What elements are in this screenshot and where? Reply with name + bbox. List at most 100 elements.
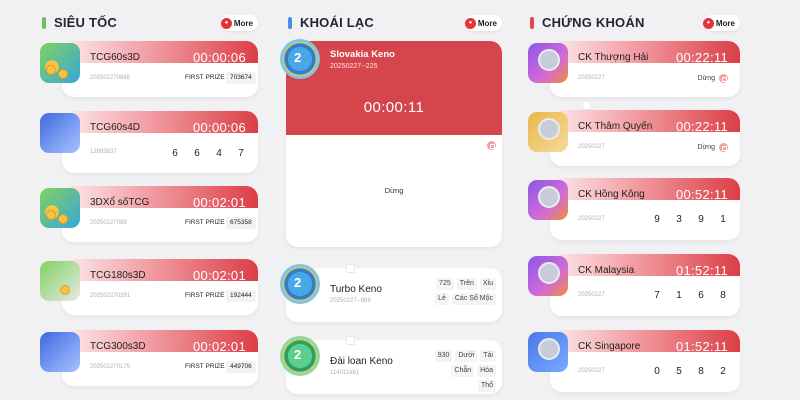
- prize-value: 675358: [226, 217, 256, 229]
- lock-icon: [487, 141, 496, 150]
- keno-thumbnail-icon: 2: [280, 264, 320, 304]
- stock-thumbnail-icon: [528, 256, 568, 296]
- game-name: TCG180s3D: [90, 270, 146, 281]
- result-digits: 6 6 4 7: [168, 147, 248, 161]
- column-title: SIÊU TỐC: [54, 15, 117, 30]
- result-digit: 1: [716, 213, 730, 227]
- stock-thumbnail-icon: [528, 180, 568, 220]
- game-card-dai-loan-keno[interactable]: 2 Đài loan Keno 114011661 930 Dưới Tài C…: [280, 336, 502, 394]
- column-accent-bar: [530, 17, 534, 29]
- result-tag: 725: [436, 278, 454, 290]
- game-name: CK Thâm Quyến: [578, 121, 653, 132]
- draw-id: 20250227: [578, 216, 605, 222]
- draw-id: 20250227--225: [330, 63, 378, 70]
- lock-icon: [719, 74, 728, 83]
- prize-label: FIRST PRIZE: [185, 363, 225, 370]
- stock-thumbnail-icon: [528, 43, 568, 83]
- game-card-ck-thuong-hai[interactable]: CK Thượng Hải 00:22:11 20250227 Dừng: [528, 41, 740, 110]
- game-name: Turbo Keno: [330, 284, 382, 295]
- game-card-tcg180s3d[interactable]: TCG180s3D 00:02:01 202502270291 FIRST PR…: [40, 259, 258, 315]
- column-khoai-lac: KHOÁI LẠC ● More Dừng 2 Slovakia Keno 20…: [276, 0, 510, 400]
- countdown-timer: 01:52:11: [675, 263, 728, 278]
- game-name: CK Singapore: [578, 341, 641, 352]
- status-text: Dừng: [384, 186, 404, 195]
- dice-thumbnail-icon: [40, 332, 80, 372]
- game-card-tcg300s3d[interactable]: TCG300s3D 00:02:01 202502270175 FIRST PR…: [40, 330, 258, 386]
- result-tag: Trên: [456, 278, 477, 290]
- prize-value: 449706: [226, 361, 256, 373]
- card-tab-marker: [346, 264, 355, 273]
- keno-thumbnail-icon: 2: [280, 336, 320, 376]
- more-label: More: [233, 18, 253, 28]
- column-header: KHOÁI LẠC ● More: [276, 14, 510, 34]
- result-digit: 8: [716, 289, 730, 303]
- draw-id: 20250227: [578, 75, 605, 81]
- game-card-turbo-keno[interactable]: 2 Turbo Keno 20250227--889 725 Trên Xỉu …: [280, 264, 502, 322]
- column-accent-bar: [288, 17, 292, 29]
- game-name: Slovakia Keno: [330, 49, 395, 60]
- result-tag: 930: [434, 350, 453, 362]
- card-tab-marker: [346, 336, 355, 345]
- game-name: TCG60s3D: [90, 52, 141, 63]
- result-tag: Chẵn: [451, 365, 475, 377]
- countdown-timer: 00:02:01: [192, 195, 246, 210]
- game-name: CK Malaysia: [578, 265, 635, 276]
- game-card-ck-malaysia[interactable]: CK Malaysia 01:52:11 20250227 7 1 6 8: [528, 254, 740, 316]
- game-card-3dxoso[interactable]: 3DXổ sốTCG 00:02:01 20250227089 FIRST PR…: [40, 186, 258, 242]
- result-tag: Xỉu: [479, 278, 496, 290]
- column-header: CHỨNG KHOÁN ● More: [518, 14, 748, 34]
- keno-thumbnail-icon: 2: [280, 39, 320, 79]
- result-digits: 9 3 9 1: [650, 213, 730, 227]
- prize-label: FIRST PRIZE: [185, 219, 225, 226]
- countdown-timer: 00:02:01: [192, 268, 246, 283]
- draw-id: 20250227089: [90, 220, 127, 226]
- prize-label: FIRST PRIZE: [185, 74, 225, 81]
- result-digit: 7: [650, 289, 664, 303]
- featured-game-slovakia-keno[interactable]: Dừng 2 Slovakia Keno 20250227--225 00:00…: [280, 39, 502, 247]
- draw-id: 20250227: [578, 292, 605, 298]
- prize-label: FIRST PRIZE: [185, 292, 225, 299]
- result-digit: 0: [650, 365, 664, 379]
- result-digit: 6: [694, 289, 708, 303]
- draw-id: 20250227: [578, 368, 605, 374]
- result-tags: 725 Trên Xỉu Lẻ Các Số Mộc: [432, 278, 496, 305]
- result-digit: 5: [672, 365, 686, 379]
- game-name: CK Hồng Kông: [578, 189, 645, 200]
- game-thumbnail-icon: [40, 43, 80, 83]
- game-card-tcg60s4d[interactable]: TCG60s4D 00:00:06 12885837 6 6 4 7: [40, 111, 258, 173]
- countdown-timer: 00:22:11: [675, 119, 728, 134]
- game-name: TCG60s4D: [90, 122, 141, 133]
- result-digit: 6: [168, 147, 182, 161]
- result-digits: 0 5 8 2: [650, 365, 730, 379]
- countdown-timer: 00:00:06: [192, 120, 246, 135]
- status-label: Dừng: [697, 144, 715, 151]
- dice-thumbnail-icon: [40, 113, 80, 153]
- column-header: SIÊU TỐC ● More: [30, 14, 266, 34]
- column-sieu-toc: SIÊU TỐC ● More TCG60s3D 00:00:06 202502…: [30, 0, 266, 400]
- game-card-tcg60s3d[interactable]: TCG60s3D 00:00:06 202502270886 FIRST PRI…: [40, 41, 258, 97]
- stock-thumbnail-icon: [528, 332, 568, 372]
- game-card-ck-hong-kong[interactable]: CK Hồng Kông 00:52:11 20250227 9 3 9 1: [528, 178, 740, 240]
- column-accent-bar: [42, 17, 46, 29]
- countdown-timer: 00:22:11: [675, 50, 728, 65]
- result-digit: 1: [672, 289, 686, 303]
- result-digit: 6: [190, 147, 204, 161]
- result-digit: 2: [716, 365, 730, 379]
- more-button[interactable]: ● More: [220, 15, 258, 31]
- game-thumbnail-icon: [40, 261, 80, 301]
- draw-id: 12885837: [90, 149, 117, 155]
- more-label: More: [477, 18, 497, 28]
- result-tag: Lẻ: [435, 293, 449, 305]
- lock-icon: [719, 143, 728, 152]
- countdown-timer: 00:00:06: [192, 50, 246, 65]
- more-label: More: [715, 18, 735, 28]
- game-card-ck-tham-quyen[interactable]: CK Thâm Quyến 00:22:11 20250227 Dừng: [528, 110, 740, 166]
- status-text: Dừng: [697, 143, 728, 152]
- prize-value: 703674: [226, 72, 256, 84]
- draw-id: 20250227--889: [330, 298, 371, 304]
- countdown-timer: 00:00:11: [363, 99, 425, 116]
- featured-body: Dừng: [286, 135, 502, 247]
- game-card-ck-singapore[interactable]: CK Singapore 01:52:11 20250227 0 5 8 2: [528, 330, 740, 392]
- more-button[interactable]: ● More: [702, 15, 740, 31]
- more-button[interactable]: ● More: [464, 15, 502, 31]
